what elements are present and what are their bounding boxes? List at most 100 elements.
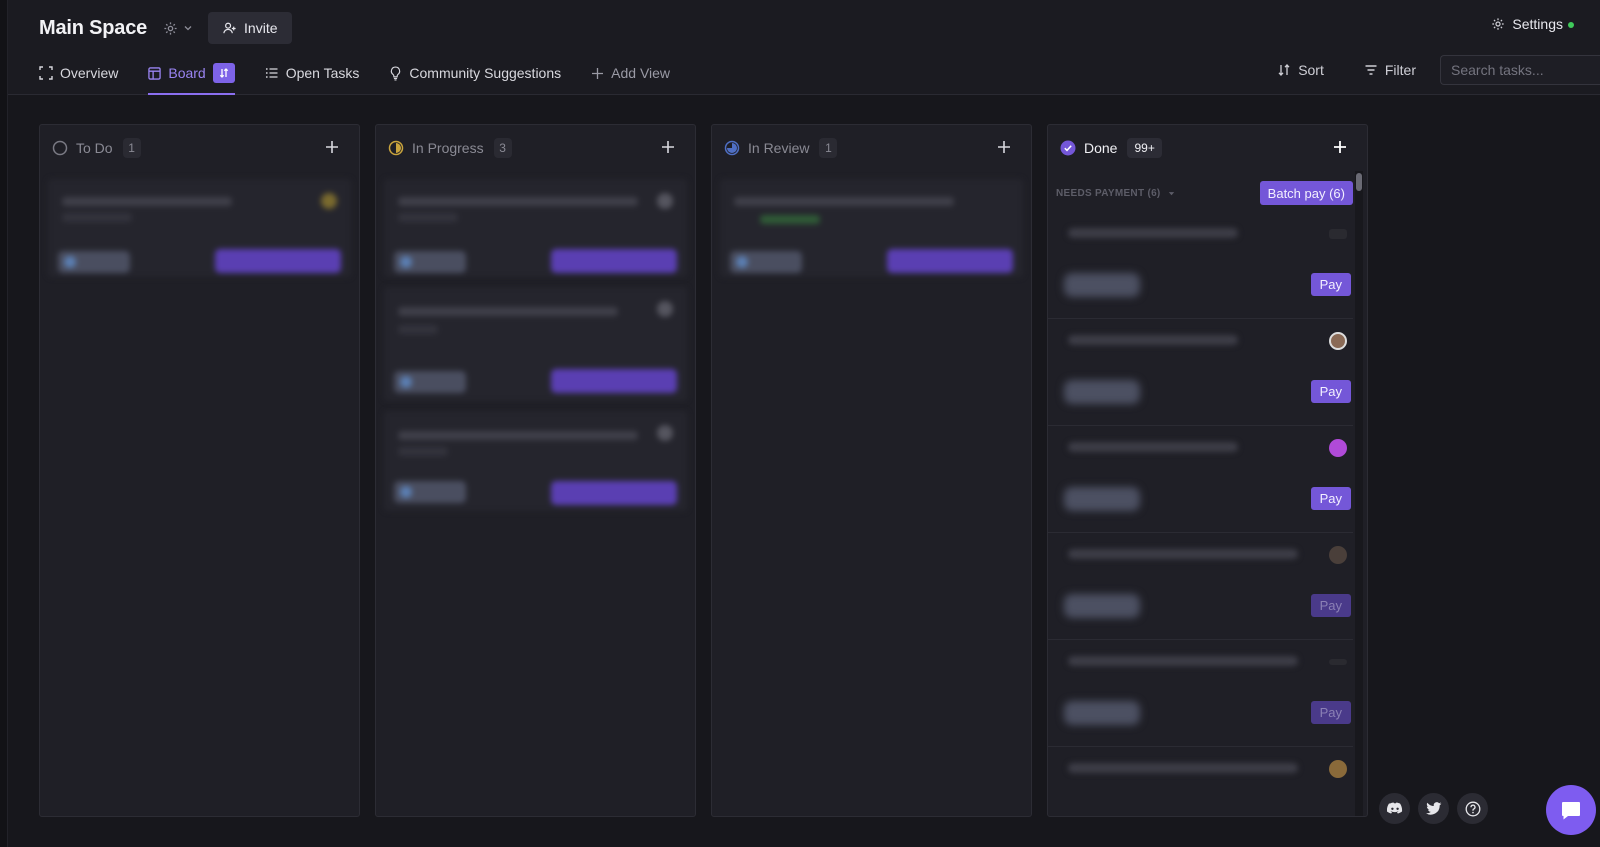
reward-chip-blurred xyxy=(1064,594,1140,618)
tab-overview[interactable]: Overview xyxy=(39,58,118,88)
twitter-icon xyxy=(1425,802,1441,815)
settings-button[interactable]: Settings xyxy=(1491,16,1574,32)
assignee-avatar xyxy=(1329,659,1347,665)
header: Main Space Invite Settings Overview Boar… xyxy=(8,0,1600,95)
tab-community-suggestions[interactable]: Community Suggestions xyxy=(389,58,561,88)
pay-button[interactable]: Pay xyxy=(1310,701,1351,724)
tab-label: Community Suggestions xyxy=(409,65,562,81)
list-icon xyxy=(265,68,278,78)
pay-button[interactable]: Pay xyxy=(1310,273,1351,296)
tab-open-tasks[interactable]: Open Tasks xyxy=(265,58,360,88)
search-input[interactable] xyxy=(1440,55,1600,85)
add-task-icon[interactable] xyxy=(323,138,341,156)
board-toolbar: Sort Filter xyxy=(1277,55,1600,85)
column-count: 1 xyxy=(819,138,838,158)
status-done-icon xyxy=(1060,140,1076,156)
payment-task[interactable] xyxy=(1048,746,1353,816)
assignee-avatar xyxy=(1329,760,1347,778)
assignee-avatar xyxy=(1329,546,1347,564)
add-task-icon[interactable] xyxy=(995,138,1013,156)
tab-label: Open Tasks xyxy=(285,65,360,81)
column-in-progress: In Progress 3 xyxy=(375,124,696,817)
task-card[interactable] xyxy=(384,179,687,277)
done-task-list: NEEDS PAYMENT (6) Batch pay (6) Pay Pay xyxy=(1048,171,1353,816)
add-task-icon[interactable] xyxy=(659,138,677,156)
gear-icon xyxy=(164,21,177,35)
view-tabs: Overview Board Open Tasks Community Sugg… xyxy=(39,58,700,95)
online-status-dot xyxy=(1568,22,1574,28)
task-title-blurred xyxy=(1068,763,1298,773)
filter-button[interactable]: Filter xyxy=(1364,62,1416,78)
payment-task[interactable]: Pay xyxy=(1048,318,1353,418)
discord-button[interactable] xyxy=(1379,793,1410,824)
column-header: To Do 1 xyxy=(40,125,359,171)
task-title-blurred xyxy=(1068,549,1298,559)
add-user-icon xyxy=(223,22,236,33)
support-links xyxy=(1379,793,1488,824)
filter-label: Filter xyxy=(1384,62,1416,78)
payment-task[interactable]: Pay xyxy=(1054,211,1351,311)
add-task-icon[interactable] xyxy=(1331,138,1349,156)
batch-pay-button[interactable]: Batch pay (6) xyxy=(1259,181,1353,205)
chat-button[interactable] xyxy=(1546,785,1596,835)
status-in-progress-icon xyxy=(388,140,404,156)
task-title-blurred xyxy=(1068,442,1238,452)
space-title: Main Space xyxy=(39,16,148,39)
group-label: NEEDS PAYMENT (6) xyxy=(1056,188,1161,199)
space-settings-menu[interactable] xyxy=(163,21,194,36)
task-title-blurred xyxy=(1068,335,1238,345)
column-to-do: To Do 1 xyxy=(39,124,360,817)
column-count: 1 xyxy=(122,138,141,158)
sort-icon xyxy=(1278,64,1290,76)
task-card[interactable] xyxy=(48,179,351,277)
needs-payment-group[interactable]: NEEDS PAYMENT (6) xyxy=(1056,188,1176,199)
kanban-board: To Do 1 In Progress 3 In Review 1 Done 9… xyxy=(39,124,1368,817)
pay-button[interactable]: Pay xyxy=(1310,487,1351,510)
pay-button[interactable]: Pay xyxy=(1310,594,1351,617)
assignee-avatar xyxy=(1329,439,1347,457)
assignee-avatar xyxy=(1329,332,1347,350)
twitter-button[interactable] xyxy=(1418,793,1449,824)
filter-icon xyxy=(1365,65,1377,75)
tab-label: Overview xyxy=(60,65,119,81)
task-card[interactable] xyxy=(384,411,687,511)
tab-label: Board xyxy=(168,65,206,81)
scroll-thumb[interactable] xyxy=(1356,173,1362,191)
help-button[interactable] xyxy=(1457,793,1488,824)
done-scrollbar[interactable] xyxy=(1355,171,1363,816)
column-header: Done 99+ xyxy=(1048,125,1367,171)
payment-task[interactable]: Pay xyxy=(1048,425,1353,525)
caret-down-icon xyxy=(1168,192,1174,196)
reward-chip-blurred xyxy=(1064,273,1140,297)
payment-task[interactable]: Pay xyxy=(1048,532,1353,632)
column-in-review: In Review 1 xyxy=(711,124,1032,817)
row-divider xyxy=(1048,639,1353,640)
payment-task[interactable]: Pay xyxy=(1048,639,1353,739)
column-count: 3 xyxy=(493,138,512,158)
plus-icon xyxy=(592,67,604,79)
tab-board[interactable]: Board xyxy=(148,58,236,95)
invite-button[interactable]: Invite xyxy=(208,12,292,44)
task-card[interactable] xyxy=(720,179,1023,277)
column-title: To Do xyxy=(76,140,113,156)
status-todo-icon xyxy=(52,140,68,156)
add-view-button[interactable]: Add View xyxy=(591,58,670,88)
sort-arrows-icon xyxy=(219,68,228,78)
task-title-blurred xyxy=(1068,228,1238,238)
row-divider xyxy=(1048,318,1353,319)
task-card[interactable] xyxy=(384,287,687,401)
settings-label: Settings xyxy=(1512,16,1563,32)
column-header: In Review 1 xyxy=(712,125,1031,171)
status-in-review-icon xyxy=(724,140,740,156)
column-title: In Review xyxy=(748,140,810,156)
pay-button[interactable]: Pay xyxy=(1310,380,1351,403)
reward-chip-blurred xyxy=(1064,380,1140,404)
board-icon xyxy=(148,66,162,80)
row-divider xyxy=(1048,425,1353,426)
invite-label: Invite xyxy=(244,20,278,36)
discord-icon xyxy=(1386,802,1402,814)
assignee-avatar xyxy=(1329,229,1347,239)
sort-button[interactable]: Sort xyxy=(1277,62,1324,78)
lightbulb-icon xyxy=(391,66,401,81)
view-settings-button[interactable] xyxy=(212,63,235,83)
